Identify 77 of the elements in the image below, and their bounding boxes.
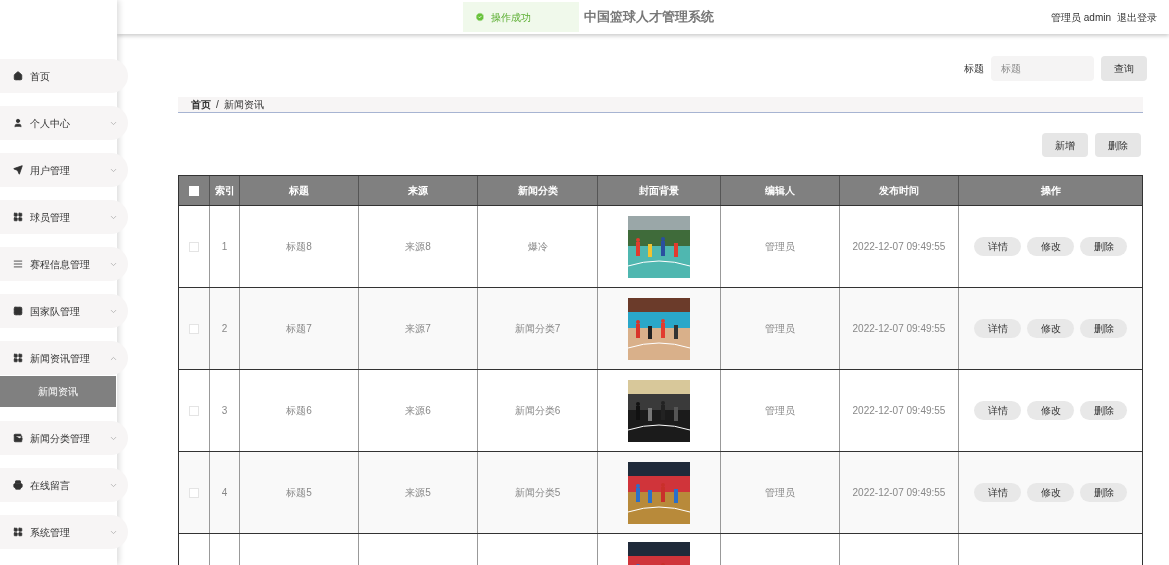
table-cell-text: 标题7 (285, 322, 313, 336)
menu-item[interactable]: 赛程信息管理 (0, 247, 128, 281)
row-action-button[interactable]: 删除 (1080, 319, 1127, 338)
row-action-button[interactable]: 修改 (1027, 401, 1074, 420)
menu-item[interactable]: 个人中心 (0, 106, 128, 140)
table-cell-text: 新闻分类7 (513, 322, 562, 336)
checkbox[interactable] (189, 241, 199, 252)
table-cell-text: 1 (220, 240, 229, 254)
table-cell-text: 标题6 (285, 404, 313, 418)
table-header-cell: 新闻分类 (478, 176, 598, 205)
menu-item[interactable]: 国家队管理 (0, 294, 128, 328)
search-label: 标题 (964, 62, 984, 76)
table-cell-text: 2022-12-07 09:49:55 (851, 486, 947, 500)
row-action-button[interactable]: 删除 (1080, 483, 1127, 502)
table-cell-text: 新闻分类6 (513, 404, 562, 418)
row-action-button[interactable]: 修改 (1027, 483, 1074, 502)
table-cell-text: 管理员 (764, 486, 796, 500)
table-cell-text: 来源7 (404, 322, 432, 336)
table-cell-text: 新闻分类5 (513, 486, 562, 500)
menu-item[interactable]: 系统管理 (0, 515, 128, 549)
search-field[interactable]: 标题 (991, 56, 1094, 81)
table-cell-text: 管理员 (764, 404, 796, 418)
table-header-cell: 索引 (210, 176, 240, 205)
table-header-cell: 来源 (359, 176, 478, 205)
table-cell-text: 标题8 (285, 240, 313, 254)
table-cell-text: 2022-12-07 09:49:55 (851, 404, 947, 418)
table-cell-text: 来源5 (404, 486, 432, 500)
checkbox[interactable] (189, 323, 199, 334)
row-action-button[interactable]: 详情 (974, 237, 1021, 256)
wallet-icon (13, 433, 23, 443)
person-icon (13, 118, 23, 128)
row-action-button[interactable]: 详情 (974, 483, 1021, 502)
checkbox[interactable] (189, 487, 199, 498)
app-title: 中国篮球人才管理系统 (584, 8, 714, 27)
check-circle-icon (475, 12, 485, 22)
row-action-button[interactable]: 详情 (974, 401, 1021, 420)
table-cell-text: 标题5 (285, 486, 313, 500)
table-header-cell: 封面背景 (598, 176, 721, 205)
menu-item[interactable]: 在线留言 (0, 468, 128, 502)
paper-plane-icon (13, 165, 23, 175)
row-action-button[interactable]: 详情 (974, 319, 1021, 338)
logout-link[interactable]: 退出登录 (1117, 9, 1157, 25)
table-cell-text: 来源6 (404, 404, 432, 418)
row-action-button[interactable]: 修改 (1027, 237, 1074, 256)
table-header-cell: 发布时间 (840, 176, 959, 205)
list-icon (13, 259, 23, 269)
breadcrumb-item: / (216, 98, 219, 112)
table-cell-text: 2022-12-07 09:49:55 (851, 322, 947, 336)
house-icon (13, 71, 23, 81)
action-button[interactable]: 新增 (1042, 133, 1088, 157)
row-action-button[interactable]: 修改 (1027, 319, 1074, 338)
table-cell-text: 3 (220, 404, 229, 418)
breadcrumb-item: 新闻资讯 (223, 98, 264, 112)
table-cell-text: 管理员 (764, 322, 796, 336)
table-cell-text: 2022-12-07 09:49:55 (851, 240, 947, 254)
menu-item[interactable]: 首页 (0, 59, 128, 93)
table-cell-text: 爆冷 (526, 240, 549, 254)
table-cell-text: 4 (220, 486, 229, 500)
checkbox[interactable] (189, 405, 199, 416)
table-header-cell-text: 操作 (1039, 184, 1062, 198)
user-name: 管理员 admin (1051, 10, 1111, 25)
menu-item[interactable]: 新闻分类管理 (0, 421, 128, 455)
breadcrumb-item[interactable]: 首页 (191, 97, 211, 112)
table-header-cell: 编辑人 (721, 176, 840, 205)
action-button[interactable]: 删除 (1095, 133, 1141, 157)
menu-item[interactable]: 用户管理 (0, 153, 128, 187)
table-cell-text: 管理员 (764, 240, 796, 254)
menu-item[interactable]: 球员管理 (0, 200, 128, 234)
submenu-item[interactable]: 新闻资讯 (0, 376, 116, 407)
table-cell-text: 来源8 (404, 240, 432, 254)
toast-message: 操作成功 (491, 10, 531, 25)
table-header-cell: 标题 (240, 176, 359, 205)
menu-item[interactable]: 新闻资讯管理 (0, 341, 128, 375)
search-button[interactable]: 查询 (1101, 56, 1147, 81)
table-cell-text: 2 (220, 322, 229, 336)
row-action-button[interactable]: 删除 (1080, 237, 1127, 256)
row-action-button[interactable]: 删除 (1080, 401, 1127, 420)
